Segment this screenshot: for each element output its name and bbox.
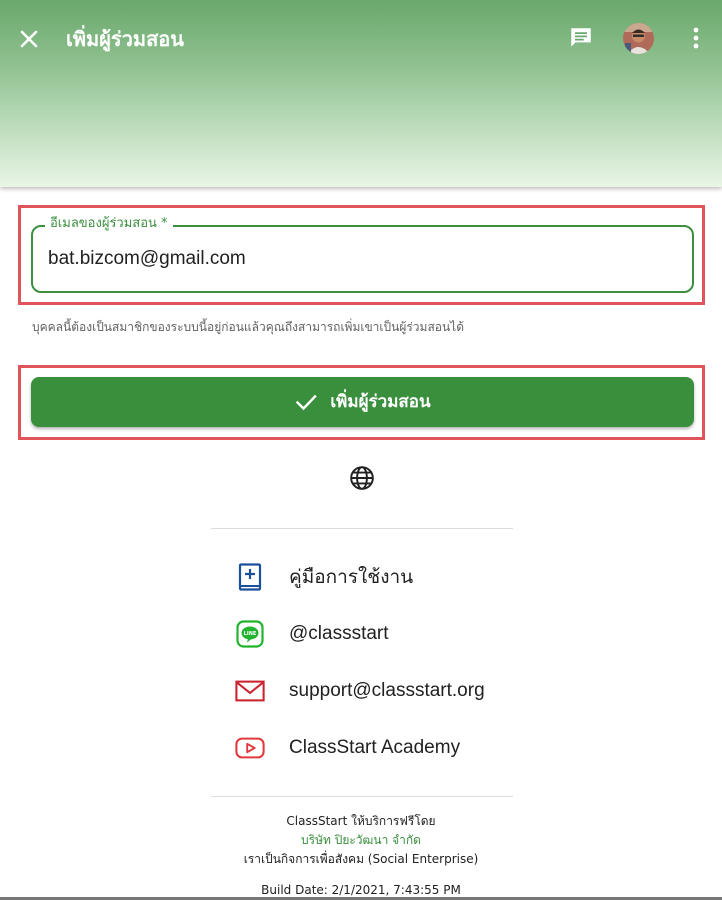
- line-icon: LINE: [235, 619, 265, 649]
- add-co-teacher-button[interactable]: เพิ่มผู้ร่วมสอน: [31, 377, 694, 427]
- link-manual[interactable]: คู่มือการใช้งาน: [235, 561, 413, 593]
- helper-text: บุคคลนี้ต้องเป็นสมาชิกของระบบนี้อยู่ก่อน…: [32, 320, 465, 334]
- svg-text:LINE: LINE: [244, 631, 257, 637]
- link-label: support@classstart.org: [289, 680, 485, 701]
- chat-icon[interactable]: [566, 22, 596, 54]
- globe-icon[interactable]: [349, 465, 375, 491]
- submit-button-label: เพิ่มผู้ร่วมสอน: [330, 392, 431, 412]
- link-academy[interactable]: ClassStart Academy: [235, 732, 460, 764]
- divider: [211, 796, 513, 797]
- more-vert-icon[interactable]: [682, 22, 710, 54]
- page-title: เพิ่มผู้ร่วมสอน: [66, 27, 184, 51]
- avatar[interactable]: [623, 23, 654, 54]
- footer-company-link[interactable]: บริษัท ปิยะวัฒนา จำกัด: [0, 831, 722, 850]
- check-icon: [294, 390, 318, 414]
- email-input[interactable]: [48, 244, 668, 274]
- link-label: คู่มือการใช้งาน: [289, 567, 414, 588]
- manual-book-icon: [235, 562, 265, 592]
- link-line[interactable]: LINE @classstart: [235, 618, 389, 650]
- footer-provider: ClassStart ให้บริการฟรีโดย: [286, 814, 436, 828]
- youtube-icon: [235, 733, 265, 763]
- app-header: เพิ่มผู้ร่วมสอน: [0, 0, 722, 187]
- link-support-email[interactable]: support@classstart.org: [235, 675, 485, 707]
- link-label: ClassStart Academy: [289, 737, 461, 758]
- footer-social-enterprise: เราเป็นกิจการเพื่อสังคม (Social Enterpri…: [243, 852, 479, 866]
- mail-icon: [235, 676, 265, 706]
- email-field-label: อีเมลของผู้ร่วมสอน *: [45, 215, 173, 233]
- divider: [211, 528, 513, 529]
- email-field[interactable]: อีเมลของผู้ร่วมสอน *: [31, 215, 694, 293]
- close-icon[interactable]: [14, 24, 44, 54]
- link-label: @classstart: [289, 623, 389, 644]
